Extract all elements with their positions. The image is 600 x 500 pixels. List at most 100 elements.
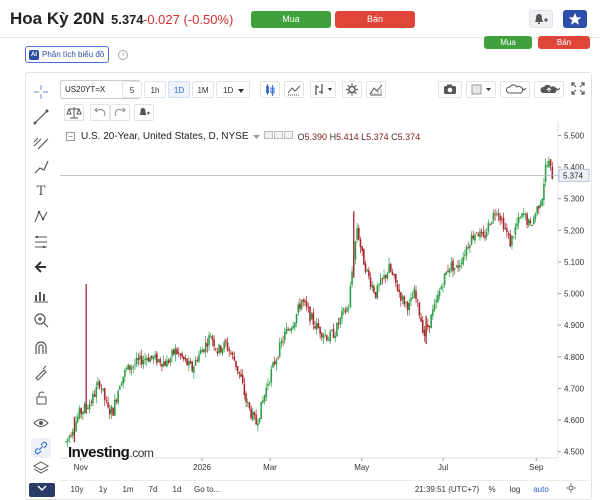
- range-1d[interactable]: 1d: [170, 483, 184, 496]
- candle-body: [156, 353, 158, 364]
- header-bar: Hoa Kỳ 20N 5.374 -0.027 (-0.50%) Mua Bán: [0, 0, 600, 38]
- candle-body: [283, 331, 286, 341]
- range-bar: 10y 1y 1m 7d 1d Go to... 21:39:51 (UTC+7…: [60, 480, 590, 496]
- candle-body: [112, 407, 114, 416]
- chart-settings-icon[interactable]: [564, 483, 578, 496]
- settings-icon[interactable]: [342, 81, 362, 98]
- cloud-icon[interactable]: [500, 81, 530, 98]
- candle-body: [169, 358, 172, 363]
- log-toggle[interactable]: log: [508, 483, 522, 496]
- candle-body: [209, 336, 212, 338]
- candle-body: [413, 288, 416, 298]
- lock-drawing-icon[interactable]: [31, 363, 51, 383]
- candle-body: [260, 401, 262, 419]
- buy-button-secondary[interactable]: Mua: [484, 36, 532, 49]
- candle-body: [536, 206, 538, 214]
- buy-button[interactable]: Mua: [251, 11, 331, 28]
- measure-icon[interactable]: [31, 285, 51, 305]
- info-icon[interactable]: i: [118, 50, 128, 60]
- zoom-in-icon[interactable]: [31, 310, 51, 330]
- candle-body: [189, 361, 192, 364]
- chart-analysis-button[interactable]: AI Phân tích biểu đồ: [25, 46, 110, 63]
- candle-body: [97, 381, 99, 386]
- line-style-icon[interactable]: [284, 81, 304, 98]
- candle-body: [531, 225, 533, 226]
- range-1m[interactable]: 1m: [120, 483, 136, 496]
- candle-body: [398, 289, 400, 293]
- fib-tool-icon[interactable]: [31, 132, 51, 152]
- timeframe-1h[interactable]: 1h: [144, 81, 166, 98]
- candle-body: [167, 360, 170, 364]
- sell-button[interactable]: Bán: [335, 11, 415, 28]
- crosshair-icon[interactable]: [31, 82, 51, 102]
- chart-type-icon[interactable]: [366, 81, 386, 98]
- candle-body: [88, 403, 91, 410]
- eye-icon[interactable]: [31, 413, 51, 433]
- color-box-icon[interactable]: [466, 81, 496, 98]
- candle-body: [139, 355, 141, 360]
- candle-body: [191, 362, 194, 372]
- candle-body: [339, 317, 342, 324]
- candle-body: [233, 356, 236, 361]
- camera-icon[interactable]: [438, 81, 462, 98]
- trend-line-icon[interactable]: [31, 107, 51, 127]
- interval-dropdown[interactable]: 1D: [216, 81, 250, 98]
- candle-body: [383, 275, 385, 279]
- pattern-icon[interactable]: [31, 207, 51, 227]
- range-1y[interactable]: 1y: [96, 483, 110, 496]
- magnet-icon[interactable]: [31, 338, 51, 358]
- go-to-date[interactable]: Go to...: [194, 483, 230, 496]
- candle-body: [253, 412, 256, 416]
- candle-body: [363, 249, 365, 265]
- indicators-icon[interactable]: [310, 81, 336, 98]
- candle-body: [149, 357, 151, 363]
- undo-icon[interactable]: [90, 104, 110, 121]
- candle-body: [164, 361, 167, 366]
- candlestick-chart[interactable]: 5.5005.4005.3005.2005.1005.0004.9004.800…: [60, 122, 590, 472]
- candle-body: [228, 349, 231, 352]
- link-icon[interactable]: [31, 438, 51, 458]
- candle-body: [435, 300, 438, 303]
- time-tick-label: Nov: [74, 463, 88, 472]
- candle-body: [135, 357, 138, 365]
- watchlist-button[interactable]: [563, 10, 587, 28]
- candle-body: [102, 388, 104, 390]
- price-tick-label: 5.300: [564, 195, 585, 204]
- candle-body: [231, 352, 234, 355]
- candle-body: [347, 308, 350, 310]
- candle-body: [162, 361, 165, 367]
- collapse-toolbar-button[interactable]: [29, 483, 55, 497]
- candle-body: [465, 247, 468, 256]
- range-7d[interactable]: 7d: [146, 483, 160, 496]
- percent-toggle[interactable]: %: [486, 483, 498, 496]
- projection-icon[interactable]: [31, 232, 51, 252]
- brush-icon[interactable]: [31, 157, 51, 177]
- candle-body: [117, 390, 119, 403]
- add-alert-button[interactable]: [529, 10, 553, 28]
- scale-icon[interactable]: [64, 104, 84, 121]
- unlock-icon[interactable]: [31, 388, 51, 408]
- timeframe-1m[interactable]: 1M: [192, 81, 214, 98]
- candle-body: [218, 344, 220, 354]
- sell-button-secondary[interactable]: Bán: [538, 36, 590, 49]
- candle-body: [492, 212, 495, 221]
- text-tool-icon[interactable]: T: [31, 182, 51, 202]
- candle-body: [326, 335, 328, 341]
- cloud-upload-icon[interactable]: [534, 81, 564, 98]
- alert-bell-icon[interactable]: [134, 104, 154, 121]
- range-10y[interactable]: 10y: [68, 483, 86, 496]
- auto-toggle[interactable]: auto: [532, 483, 550, 496]
- layers-icon[interactable]: [31, 458, 51, 478]
- candle-body: [107, 402, 109, 408]
- fullscreen-icon[interactable]: [568, 81, 588, 98]
- timeframe-5[interactable]: 5: [122, 81, 142, 98]
- timeframe-1d[interactable]: 1D: [168, 81, 190, 98]
- candle-body: [453, 267, 456, 270]
- candle-body: [331, 330, 333, 332]
- last-price-label: 5.374: [563, 171, 584, 180]
- candle-body: [538, 205, 540, 209]
- back-arrow-icon[interactable]: [31, 257, 51, 277]
- candle-body: [359, 239, 362, 248]
- candles-icon[interactable]: [260, 81, 280, 98]
- redo-icon[interactable]: [110, 104, 130, 121]
